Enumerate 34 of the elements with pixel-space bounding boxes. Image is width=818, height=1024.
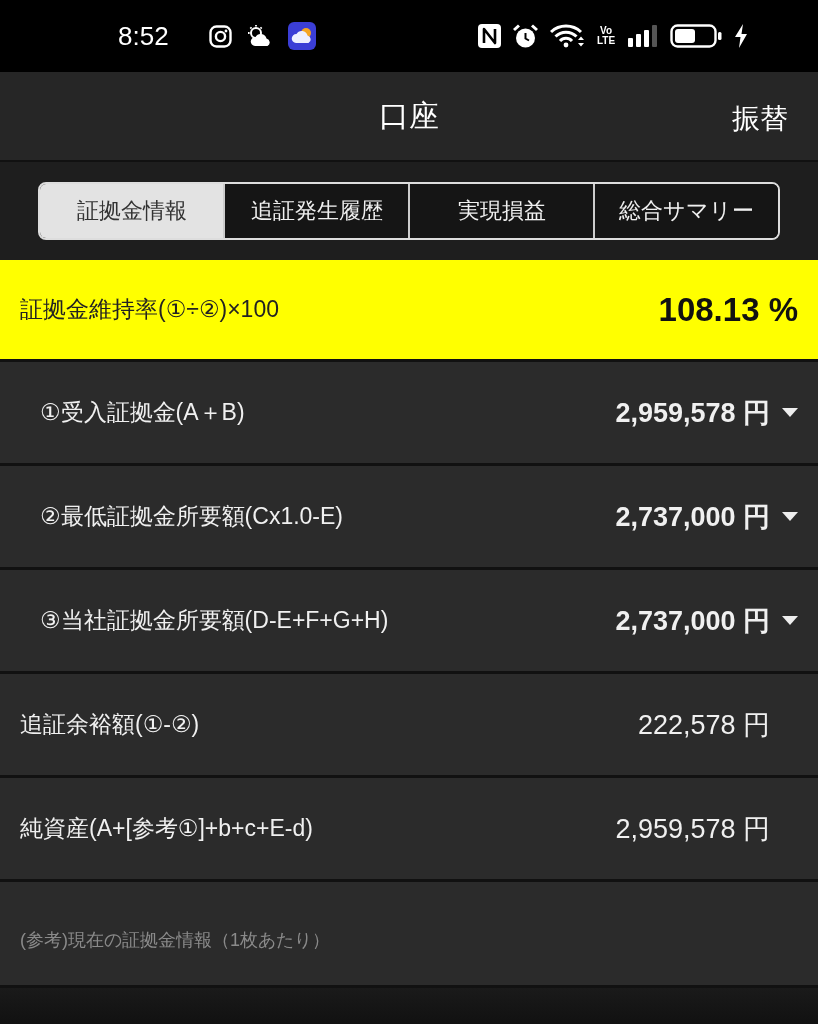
transfer-button[interactable]: 振替 — [732, 96, 788, 142]
clock-time: 8:52 — [118, 20, 169, 52]
expandable-row[interactable]: ②最低証拠金所要額(Cx1.0-E) 2,737,000 円 — [0, 466, 818, 570]
signal-icon — [628, 25, 658, 47]
row-value: 108.13 % — [658, 290, 798, 329]
sun-cloud-icon — [246, 25, 273, 47]
row-label: ③当社証拠金所要額(D-E+F+G+H) — [40, 606, 390, 635]
row-label: 純資産(A+[参考①]+b+c+E-d) — [20, 814, 314, 843]
row-label: ①受入証拠金(A＋B) — [40, 398, 246, 427]
row-label: ②最低証拠金所要額(Cx1.0-E) — [40, 502, 345, 531]
alarm-clock-icon — [513, 23, 538, 49]
row-value: 2,737,000 円 — [615, 500, 770, 534]
row-value: 2,959,578 円 — [615, 396, 770, 430]
row-value: 222,578 円 — [637, 708, 770, 742]
note-text: (参考)現在の証拠金情報（1枚あたり） — [20, 928, 330, 952]
caret-icon — [782, 616, 798, 625]
expandable-row[interactable]: ③当社証拠金所要額(D-E+F+G+H) 2,737,000 円 — [0, 570, 818, 674]
row-label: 追証余裕額(①-②) — [20, 710, 201, 739]
caret-icon — [782, 512, 798, 521]
screen-title: 口座 — [379, 97, 439, 134]
row-value: 2,959,578 円 — [615, 812, 770, 846]
charging-bolt-icon — [734, 24, 748, 48]
row-value: 2,737,000 円 — [615, 604, 770, 638]
nfc-icon — [478, 24, 501, 48]
tab[interactable]: 証拠金情報 — [40, 184, 223, 238]
volte-indicator: Vo LTE — [596, 26, 616, 46]
weather-app-icon — [287, 22, 316, 50]
battery-icon — [670, 24, 722, 48]
expandable-row[interactable]: ①受入証拠金(A＋B) 2,959,578 円 — [0, 362, 818, 466]
row-label: 証拠金維持率(①÷②)×100 — [20, 295, 279, 324]
camera-icon — [208, 24, 232, 48]
wifi-icon — [550, 24, 584, 48]
caret-icon — [782, 408, 798, 417]
tab[interactable]: 総合サマリー — [593, 184, 778, 238]
